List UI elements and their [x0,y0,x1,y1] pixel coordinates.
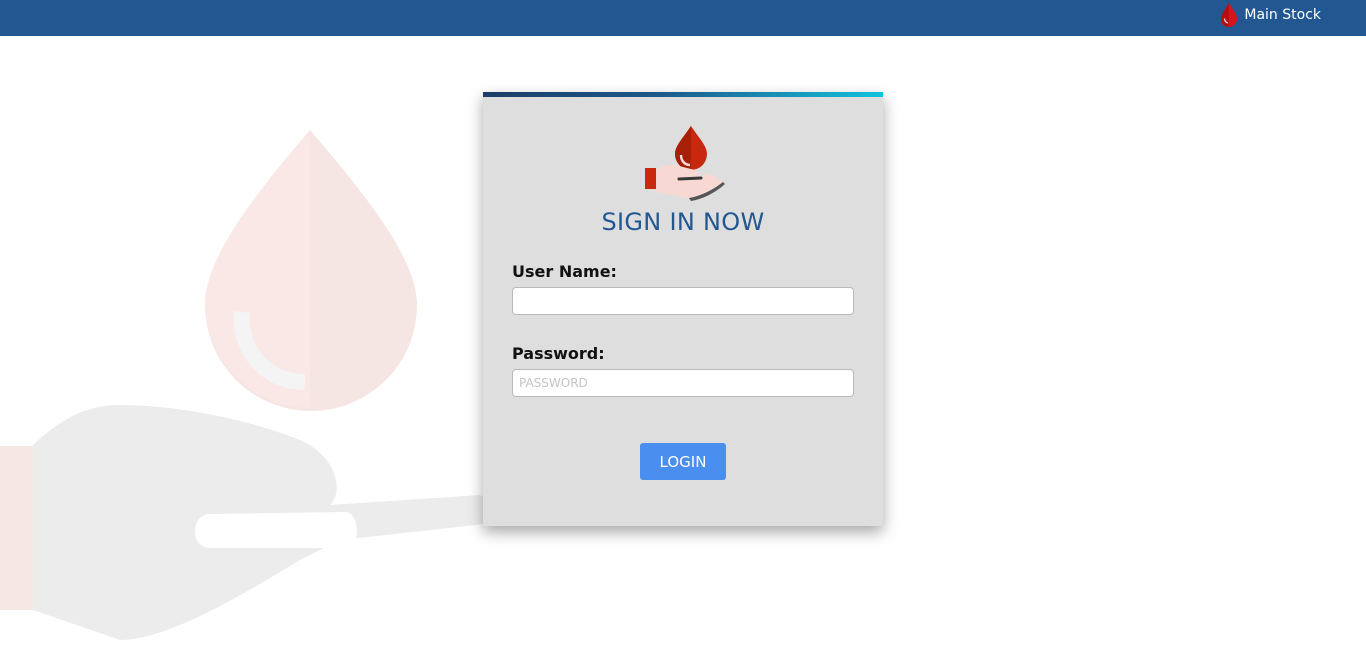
blood-drop-icon [1221,3,1238,27]
password-input[interactable] [512,369,854,397]
login-card: SIGN IN NOW User Name: Password: LOGIN [483,92,883,526]
username-label: User Name: [512,262,617,281]
login-button[interactable]: LOGIN [640,443,726,480]
password-label: Password: [512,344,605,363]
hand-blood-drop-watermark [0,130,520,640]
sign-in-title: SIGN IN NOW [601,208,765,236]
card-accent-bar [483,92,883,97]
username-input[interactable] [512,287,854,315]
hand-blood-drop-icon [645,126,725,201]
top-navbar: Main Stock [0,0,1366,36]
main-stock-label: Main Stock [1244,7,1321,23]
main-stock-link[interactable]: Main Stock [1220,2,1321,28]
